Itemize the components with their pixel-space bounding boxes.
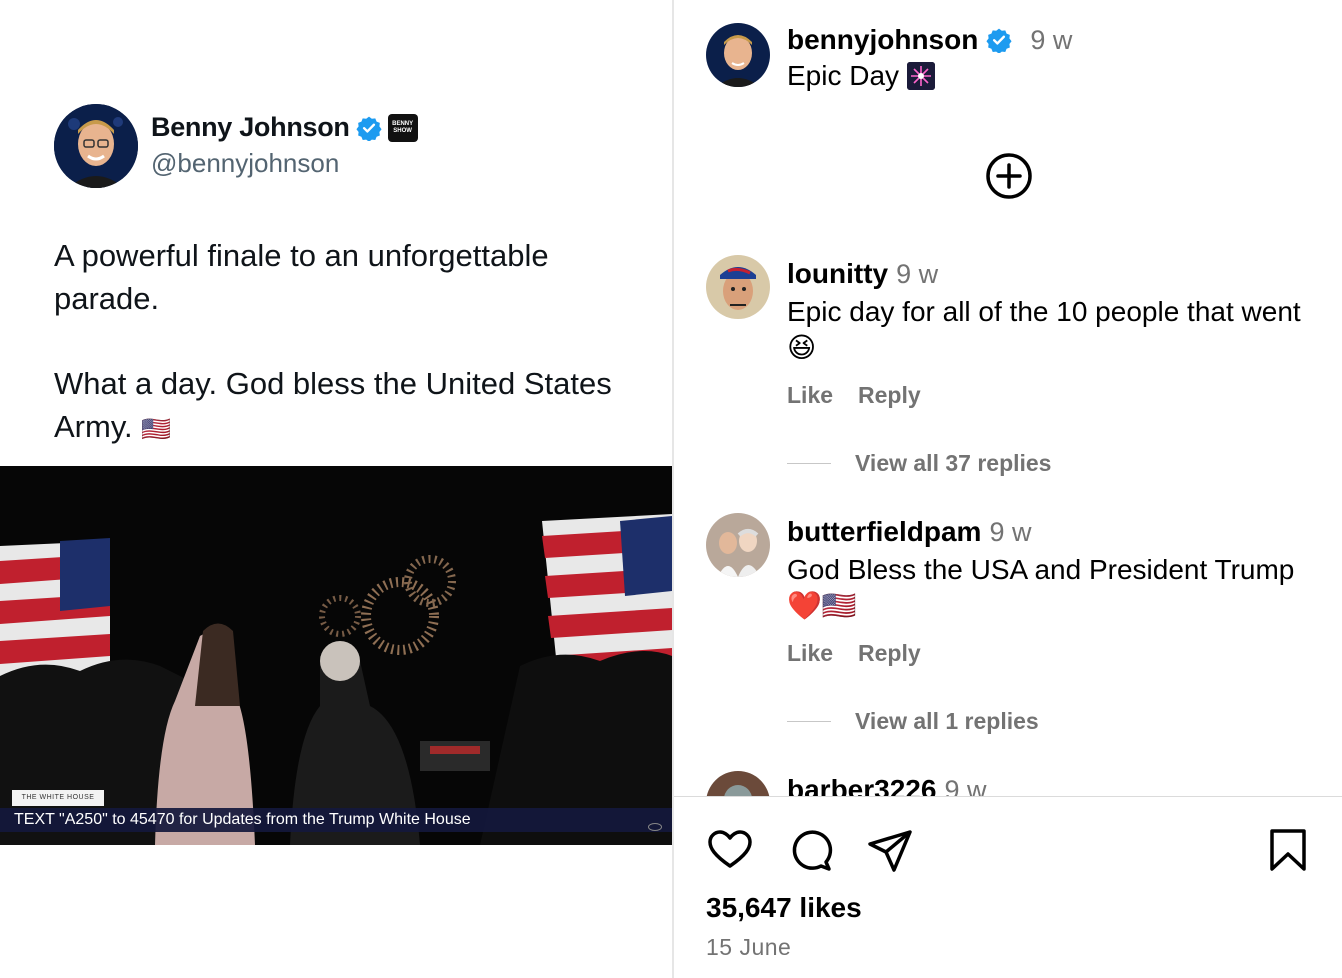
comment-time-ago: 9 w [944,775,987,796]
video-frame-image [0,466,672,845]
video-caption: TEXT "A250" to 45470 for Updates from th… [0,808,672,832]
tweet-video[interactable]: THE WHITE HOUSE TEXT "A250" to 45470 for… [0,466,672,845]
comment-bubble-icon[interactable] [786,826,834,874]
comment-actions: Like Reply [787,382,921,409]
affiliate-badge-icon: BENNY SHOW [387,113,418,142]
us-flag-emoji: 🇺🇸 [141,416,172,443]
like-comment-button[interactable]: Like [787,640,833,667]
view-replies-label: View all 37 replies [855,450,1052,476]
tweet-author-avatar [54,104,138,188]
tweet-paragraph-2-text: What a day. God bless the United States … [54,366,612,444]
reply-comment-button[interactable]: Reply [858,382,921,409]
view-replies-button[interactable]: View all 1 replies [787,708,1039,735]
comment-header: barber3226 9 w [787,774,986,796]
like-comment-button[interactable]: Like [787,382,833,409]
comment-header: butterfieldpam 9 w [787,516,1032,548]
comment-header: lounitty 9 w [787,258,938,290]
firework-emoji-icon [907,62,936,90]
post-panel: bennyjohnson 9 w Epic Day lounitty 9 w E… [674,0,1342,978]
reply-comment-button[interactable]: Reply [858,640,921,667]
comment-actions: Like Reply [787,640,921,667]
white-house-logo: THE WHITE HOUSE [12,790,104,806]
likes-count[interactable]: 35,647 likes [706,892,862,924]
post-author-username[interactable]: bennyjohnson [787,24,978,56]
tweet-body: A powerful finale to an unforgettable pa… [54,234,644,451]
comments-scroll-area[interactable]: bennyjohnson 9 w Epic Day lounitty 9 w E… [674,0,1342,796]
tweet-panel: Benny Johnson BENNY SHOW @bennyjohnson A… [0,0,672,978]
comment-text-content: Epic day for all of the 10 people that w… [787,296,1301,327]
actions-divider [674,796,1342,797]
bookmark-icon[interactable] [1264,826,1312,874]
post-date: 15 June [706,934,792,960]
load-more-comments-button[interactable] [985,152,1033,200]
view-replies-label: View all 1 replies [855,708,1039,734]
tweet-author-handle[interactable]: @bennyjohnson [151,148,339,179]
post-author-avatar[interactable] [706,23,770,87]
comment-text: God Bless the USA and President Trump ❤️🇺… [787,552,1327,624]
like-heart-icon[interactable] [706,826,754,874]
seal-icon [648,823,662,831]
commenter-avatar[interactable] [706,513,770,577]
replies-divider-line [787,463,831,464]
replies-divider-line [787,721,831,722]
comment-username[interactable]: butterfieldpam [787,516,981,548]
tweet-author-row: Benny Johnson BENNY SHOW [151,112,418,143]
tweet-paragraph-1: A powerful finale to an unforgettable pa… [54,238,549,316]
commenter-avatar[interactable] [706,255,770,319]
tweet-paragraph-2: What a day. God bless the United States … [54,362,644,451]
comment-username[interactable]: barber3226 [787,774,936,796]
commenter-avatar[interactable] [706,771,770,796]
post-time-ago: 9 w [1030,24,1073,55]
heart-flag-emoji-icon: ❤️🇺🇸 [787,590,857,621]
comment-username[interactable]: lounitty [787,258,888,290]
comment-text: Epic day for all of the 10 people that w… [787,294,1327,366]
comment-time-ago: 9 w [989,517,1032,547]
view-replies-button[interactable]: View all 37 replies [787,450,1051,477]
verified-badge-icon [986,27,1012,54]
post-caption: Epic Day [787,60,936,92]
comment-time-ago: 9 w [896,259,939,289]
verified-badge-icon [356,115,382,142]
share-send-icon[interactable] [866,826,914,874]
laughing-emoji-icon: 😆 [787,332,817,363]
comment-text-content: God Bless the USA and President Trump [787,554,1295,585]
post-caption-text: Epic Day [787,60,900,91]
post-author-row: bennyjohnson 9 w [787,24,1072,56]
tweet-author-name[interactable]: Benny Johnson [151,112,350,143]
